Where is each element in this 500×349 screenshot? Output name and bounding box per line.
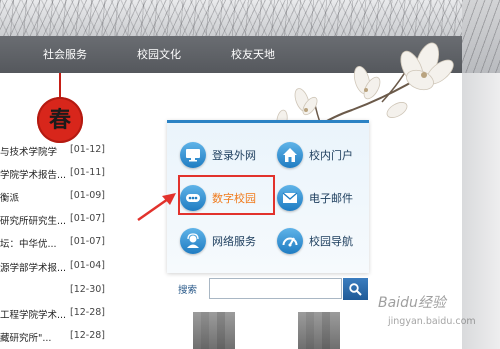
service-label: 校内门户 — [309, 149, 353, 162]
thumbnail-image[interactable] — [298, 312, 340, 349]
watermark-url: jingyan.baidu.com — [388, 316, 476, 327]
news-item[interactable]: 坛：中华优... [01-07] — [0, 236, 108, 252]
news-date: [01-12] — [70, 144, 106, 155]
service-label: 网络服务 — [212, 235, 256, 248]
news-title[interactable]: 与技术学院学 — [0, 144, 70, 158]
news-item[interactable]: 工程学院学术... [12-28] — [0, 307, 108, 323]
service-campus-portal[interactable]: 校内门户 — [277, 138, 367, 172]
news-item[interactable]: [12-30] — [0, 284, 108, 300]
watermark-logo: Baidu经验 — [378, 295, 446, 311]
news-date: [01-09] — [70, 190, 106, 201]
nav-item-social-service[interactable]: 社会服务 — [43, 36, 87, 73]
thumbnail-image[interactable] — [193, 312, 235, 349]
news-item[interactable]: 与技术学院学 [01-12] — [0, 144, 108, 160]
news-date: [01-07] — [70, 236, 106, 247]
news-item[interactable]: 学院学术报告... [01-11] — [0, 167, 108, 183]
spring-emblem-text: 春 — [48, 107, 71, 133]
news-title[interactable]: 藏研究所"... — [0, 330, 70, 344]
news-title[interactable]: 研究所研究生... — [0, 213, 70, 227]
service-login-external[interactable]: 登录外网 — [180, 138, 270, 172]
arrow-icon — [137, 193, 176, 222]
news-date: [12-30] — [70, 284, 106, 295]
news-item[interactable]: 研究所研究生... [01-07] — [0, 213, 108, 229]
emblem-string — [59, 73, 61, 99]
search-icon — [349, 283, 362, 296]
highlight-box — [178, 175, 275, 215]
news-item[interactable]: 衡派 [01-09] — [0, 190, 108, 206]
news-item[interactable]: 藏研究所"... [12-28] — [0, 330, 108, 346]
news-title[interactable]: 坛：中华优... — [0, 236, 70, 250]
monitor-icon — [180, 142, 206, 168]
right-edge-banner — [462, 0, 500, 73]
news-date: [01-04] — [70, 260, 106, 271]
news-title[interactable]: 学院学术报告... — [0, 167, 70, 181]
news-date: [12-28] — [70, 330, 106, 341]
news-item[interactable]: 源学部学术报... [01-04] — [0, 260, 108, 276]
service-label: 校园导航 — [309, 235, 353, 248]
service-email[interactable]: 电子邮件 — [277, 181, 367, 215]
home-icon — [277, 142, 303, 168]
user-support-icon — [180, 228, 206, 254]
news-date: [01-07] — [70, 213, 106, 224]
search-button[interactable] — [343, 278, 368, 300]
service-label: 登录外网 — [212, 149, 256, 162]
mail-icon — [277, 185, 303, 211]
news-title[interactable]: 衡派 — [0, 190, 70, 204]
search-input[interactable] — [209, 278, 342, 299]
service-campus-navigation[interactable]: 校园导航 — [277, 224, 367, 258]
spring-emblem: 春 — [37, 97, 83, 143]
search-label: 搜索 — [178, 285, 198, 296]
news-date: [12-28] — [70, 307, 106, 318]
news-date: [01-11] — [70, 167, 106, 178]
news-title[interactable]: 工程学院学术... — [0, 307, 70, 321]
service-label: 电子邮件 — [309, 192, 353, 205]
nav-item-campus-culture[interactable]: 校园文化 — [137, 36, 181, 73]
gauge-icon — [277, 228, 303, 254]
news-title[interactable]: 源学部学术报... — [0, 260, 70, 274]
service-network[interactable]: 网络服务 — [180, 224, 270, 258]
header-banner — [0, 0, 500, 40]
